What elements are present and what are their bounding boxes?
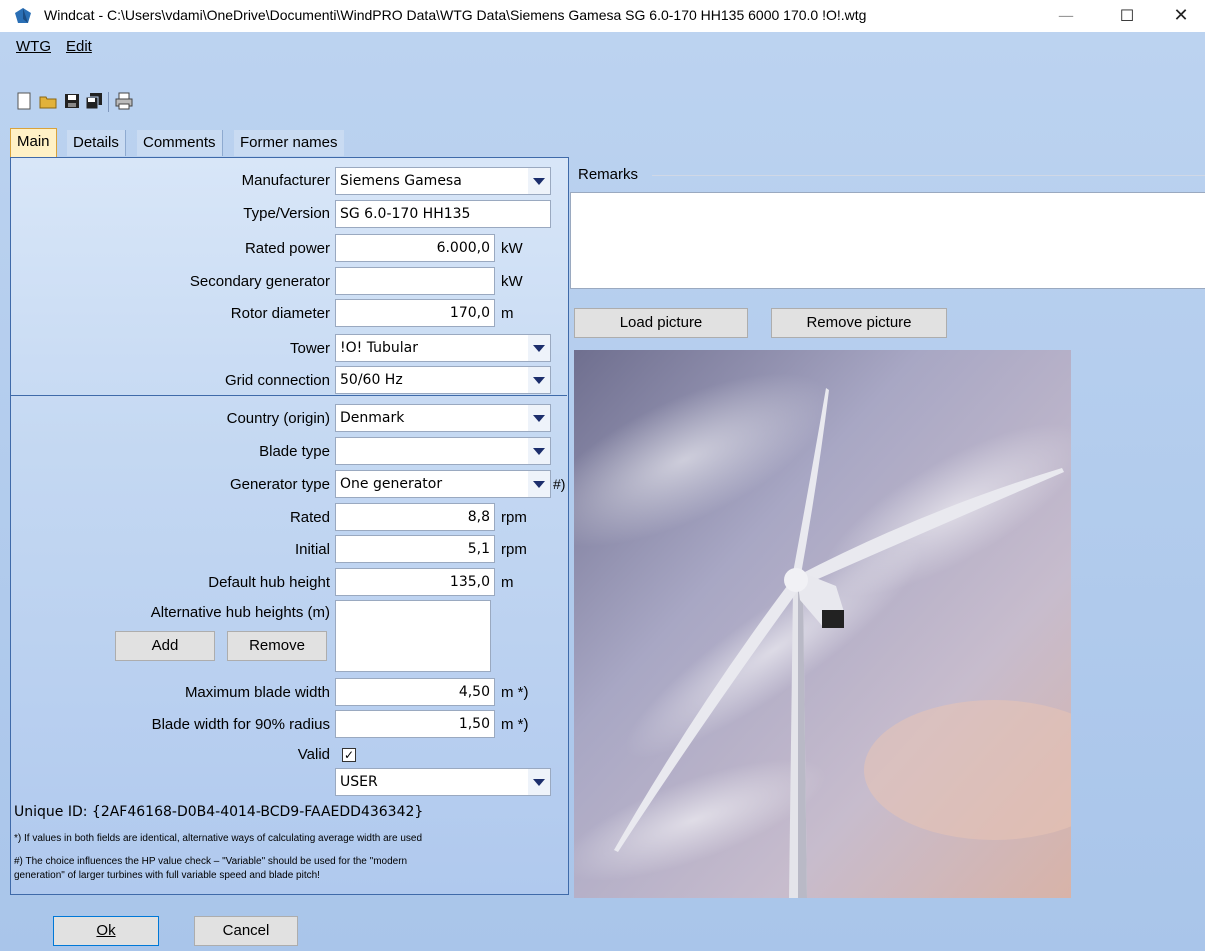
user-combo[interactable]: USER <box>335 768 551 796</box>
note-hash-line2: generation" of larger turbines with full… <box>14 870 320 881</box>
load-picture-button[interactable]: Load picture <box>574 308 748 338</box>
tower-label: Tower <box>289 340 330 357</box>
type-version-label: Type/Version <box>243 205 330 222</box>
grid-connection-label: Grid connection <box>224 372 330 389</box>
country-combo[interactable]: Denmark <box>335 404 551 432</box>
alt-hub-heights-label: Alternative hub heights (m) <box>150 604 330 621</box>
window-title: Windcat - C:\Users\vdami\OneDrive\Docume… <box>44 7 867 23</box>
initial-rpm-input[interactable]: 5,1 <box>335 535 495 563</box>
chevron-down-icon[interactable] <box>528 471 550 497</box>
cancel-button[interactable]: Cancel <box>194 916 298 946</box>
manufacturer-combo[interactable]: Siemens Gamesa <box>335 167 551 195</box>
secondary-generator-unit: kW <box>501 273 523 290</box>
turbine-photo <box>574 350 1071 898</box>
tab-former-names[interactable]: Former names <box>234 130 344 156</box>
secondary-generator-label: Secondary generator <box>189 273 330 290</box>
chevron-down-icon[interactable] <box>528 405 550 431</box>
grid-connection-combo[interactable]: 50/60 Hz <box>335 366 551 394</box>
generator-type-label: Generator type <box>229 476 330 493</box>
manufacturer-label: Manufacturer <box>241 172 330 189</box>
tab-main[interactable]: Main <box>10 128 57 157</box>
print-icon[interactable] <box>114 91 134 111</box>
tab-details[interactable]: Details <box>67 130 126 156</box>
country-label: Country (origin) <box>226 410 330 427</box>
remove-hub-height-button[interactable]: Remove <box>227 631 327 661</box>
unique-id-text: Unique ID: {2AF46168-D0B4-4014-BCD9-FAAE… <box>14 804 424 820</box>
panel-divider <box>10 395 567 396</box>
initial-rpm-unit: rpm <box>501 541 527 558</box>
remarks-textarea[interactable] <box>570 192 1205 289</box>
menu-edit[interactable]: Edit <box>66 38 92 55</box>
generator-type-combo[interactable]: One generator <box>335 470 551 498</box>
valid-label: Valid <box>297 746 330 763</box>
add-hub-height-button[interactable]: Add <box>115 631 215 661</box>
chevron-down-icon[interactable] <box>528 335 550 361</box>
rated-rpm-label: Rated <box>289 509 330 526</box>
rotor-diameter-unit: m <box>501 305 514 322</box>
remarks-divider <box>652 175 1205 176</box>
windcat-app-icon <box>15 8 31 23</box>
generator-type-note-mark: #) <box>553 476 566 492</box>
default-hub-height-unit: m <box>501 574 514 591</box>
initial-rpm-label: Initial <box>294 541 330 558</box>
remove-picture-button[interactable]: Remove picture <box>771 308 947 338</box>
rated-power-label: Rated power <box>244 240 330 257</box>
blade-width-90-input[interactable]: 1,50 <box>335 710 495 738</box>
note-asterisk: *) If values in both fields are identica… <box>14 833 423 844</box>
new-file-icon[interactable] <box>14 91 34 111</box>
blade-width-90-unit: m *) <box>501 716 529 733</box>
save-icon[interactable] <box>62 91 82 111</box>
rated-rpm-input[interactable]: 8,8 <box>335 503 495 531</box>
blade-type-label: Blade type <box>259 443 330 460</box>
type-version-input[interactable]: SG 6.0-170 HH135 <box>335 200 551 228</box>
chevron-down-icon[interactable] <box>528 769 550 795</box>
tower-combo[interactable]: !O! Tubular <box>335 334 551 362</box>
menu-wtg[interactable]: WTG <box>16 38 51 55</box>
chevron-down-icon[interactable] <box>528 168 550 194</box>
note-hash-line1: #) The choice influences the HP value ch… <box>14 856 408 867</box>
tab-comments[interactable]: Comments <box>137 130 223 156</box>
max-blade-width-label: Maximum blade width <box>184 684 330 701</box>
maximize-button[interactable]: ☐ <box>1104 0 1150 32</box>
minimize-button[interactable]: — <box>1043 0 1089 32</box>
toolbar-separator <box>108 92 109 112</box>
blade-type-combo[interactable] <box>335 437 551 465</box>
rated-power-input[interactable]: 6.000,0 <box>335 234 495 262</box>
valid-checkbox[interactable]: ✓ <box>342 748 356 762</box>
remarks-label: Remarks <box>578 166 639 183</box>
save-as-icon[interactable] <box>84 91 104 111</box>
rotor-diameter-label: Rotor diameter <box>230 305 330 322</box>
max-blade-width-input[interactable]: 4,50 <box>335 678 495 706</box>
rated-rpm-unit: rpm <box>501 509 527 526</box>
default-hub-height-input[interactable]: 135,0 <box>335 568 495 596</box>
alt-hub-heights-list[interactable] <box>335 600 491 672</box>
open-folder-icon[interactable] <box>38 91 58 111</box>
chevron-down-icon[interactable] <box>528 438 550 464</box>
blade-width-90-label: Blade width for 90% radius <box>151 716 330 733</box>
rated-power-unit: kW <box>501 240 523 257</box>
secondary-generator-input[interactable] <box>335 267 495 295</box>
max-blade-width-unit: m *) <box>501 684 529 701</box>
rotor-diameter-input[interactable]: 170,0 <box>335 299 495 327</box>
chevron-down-icon[interactable] <box>528 367 550 393</box>
ok-button[interactable]: Ok <box>53 916 159 946</box>
default-hub-height-label: Default hub height <box>208 574 330 591</box>
close-button[interactable]: ✕ <box>1158 0 1204 32</box>
